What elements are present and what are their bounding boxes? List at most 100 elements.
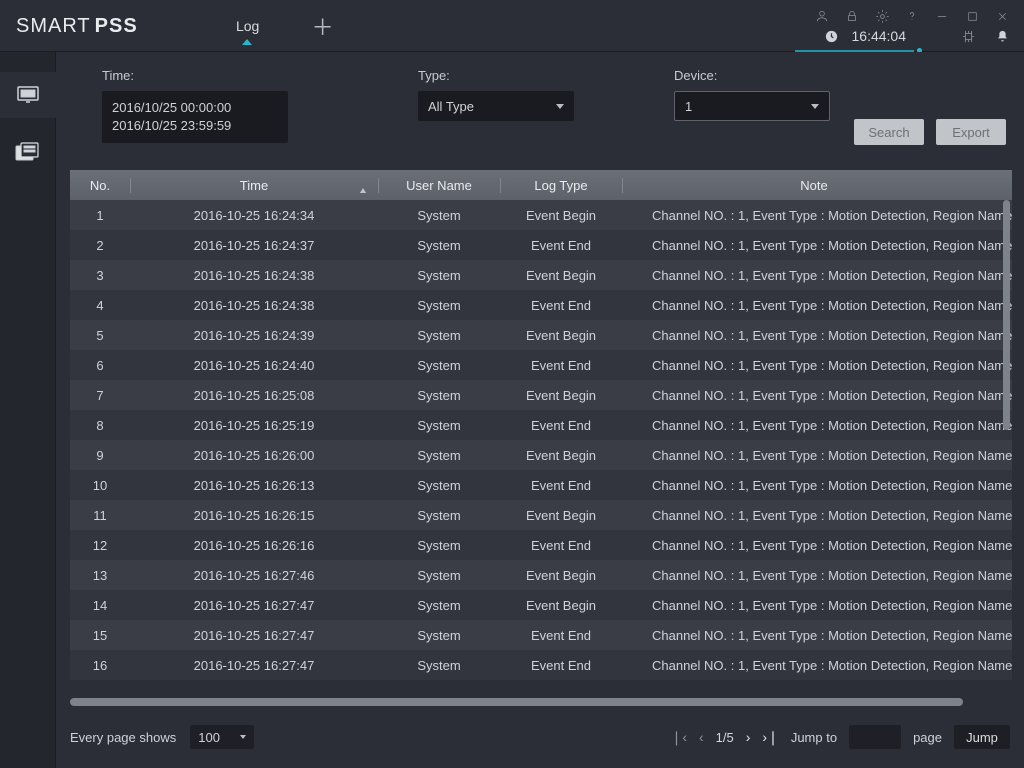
- cell-note: Channel NO. : 1, Event Type : Motion Det…: [622, 268, 1012, 283]
- table-row[interactable]: 92016-10-25 16:26:00SystemEvent BeginCha…: [70, 440, 1012, 470]
- cell-no: 7: [70, 388, 130, 403]
- table-row[interactable]: 82016-10-25 16:25:19SystemEvent EndChann…: [70, 410, 1012, 440]
- cell-time: 2016-10-25 16:24:39: [130, 328, 378, 343]
- cell-time: 2016-10-25 16:25:19: [130, 418, 378, 433]
- per-page-value: 100: [198, 730, 220, 745]
- table-row[interactable]: 32016-10-25 16:24:38SystemEvent BeginCha…: [70, 260, 1012, 290]
- col-type[interactable]: Log Type: [500, 178, 622, 193]
- col-note[interactable]: Note: [622, 178, 1012, 193]
- vertical-scrollbar[interactable]: [1003, 200, 1010, 696]
- minimize-icon[interactable]: [934, 8, 950, 24]
- cell-note: Channel NO. : 1, Event Type : Motion Det…: [622, 418, 1012, 433]
- tab-log[interactable]: Log: [193, 0, 303, 52]
- col-user[interactable]: User Name: [378, 178, 500, 193]
- cell-user: System: [378, 478, 500, 493]
- cell-no: 13: [70, 568, 130, 583]
- time-range-input[interactable]: 2016/10/25 00:00:00 2016/10/25 23:59:59: [102, 91, 288, 143]
- cell-type: Event End: [500, 298, 622, 313]
- cell-time: 2016-10-25 16:26:00: [130, 448, 378, 463]
- cell-time: 2016-10-25 16:27:47: [130, 598, 378, 613]
- cell-user: System: [378, 508, 500, 523]
- cell-user: System: [378, 328, 500, 343]
- horizontal-scrollbar[interactable]: [70, 698, 1000, 706]
- cell-no: 12: [70, 538, 130, 553]
- page-prev-icon[interactable]: ‹: [699, 729, 704, 745]
- cell-type: Event Begin: [500, 268, 622, 283]
- time-to: 2016/10/25 23:59:59: [112, 117, 278, 135]
- user-icon[interactable]: [814, 8, 830, 24]
- table-row[interactable]: 62016-10-25 16:24:40SystemEvent EndChann…: [70, 350, 1012, 380]
- device-select[interactable]: 1: [674, 91, 830, 121]
- type-select[interactable]: All Type: [418, 91, 574, 121]
- filter-type-label: Type:: [418, 68, 574, 83]
- table-row[interactable]: 112016-10-25 16:26:15SystemEvent BeginCh…: [70, 500, 1012, 530]
- cell-time: 2016-10-25 16:24:38: [130, 268, 378, 283]
- cell-note: Channel NO. : 1, Event Type : Motion Det…: [622, 658, 1012, 673]
- lock-icon[interactable]: [844, 8, 860, 24]
- cell-type: Event Begin: [500, 598, 622, 613]
- filter-time-label: Time:: [102, 68, 288, 83]
- cell-no: 9: [70, 448, 130, 463]
- cell-type: Event End: [500, 658, 622, 673]
- cell-time: 2016-10-25 16:25:08: [130, 388, 378, 403]
- cell-time: 2016-10-25 16:27:46: [130, 568, 378, 583]
- cell-note: Channel NO. : 1, Event Type : Motion Det…: [622, 538, 1012, 553]
- export-button[interactable]: Export: [936, 119, 1006, 145]
- col-time[interactable]: Time: [130, 178, 378, 193]
- table-header: No. Time User Name Log Type Note: [70, 170, 1012, 200]
- cell-type: Event Begin: [500, 448, 622, 463]
- cell-user: System: [378, 538, 500, 553]
- cell-no: 14: [70, 598, 130, 613]
- table-row[interactable]: 12016-10-25 16:24:34SystemEvent BeginCha…: [70, 200, 1012, 230]
- cell-time: 2016-10-25 16:24:38: [130, 298, 378, 313]
- cell-note: Channel NO. : 1, Event Type : Motion Det…: [622, 298, 1012, 313]
- table-row[interactable]: 132016-10-25 16:27:46SystemEvent BeginCh…: [70, 560, 1012, 590]
- col-no[interactable]: No.: [70, 178, 130, 193]
- cell-user: System: [378, 238, 500, 253]
- tab-strip: Log ＋: [193, 0, 343, 52]
- bell-icon[interactable]: [994, 28, 1010, 44]
- page-last-icon[interactable]: ›❘: [762, 729, 778, 746]
- per-page-select[interactable]: 100: [190, 725, 254, 749]
- cell-user: System: [378, 418, 500, 433]
- rail-item-device[interactable]: [12, 140, 44, 166]
- table-row[interactable]: 152016-10-25 16:27:47SystemEvent EndChan…: [70, 620, 1012, 650]
- jump-button[interactable]: Jump: [954, 725, 1010, 749]
- cell-user: System: [378, 388, 500, 403]
- table-row[interactable]: 162016-10-25 16:27:47SystemEvent EndChan…: [70, 650, 1012, 680]
- cell-type: Event End: [500, 628, 622, 643]
- gear-icon[interactable]: [874, 8, 890, 24]
- maximize-icon[interactable]: [964, 8, 980, 24]
- table-row[interactable]: 52016-10-25 16:24:39SystemEvent BeginCha…: [70, 320, 1012, 350]
- cell-user: System: [378, 628, 500, 643]
- tab-add-button[interactable]: ＋: [303, 0, 343, 52]
- jump-page-input[interactable]: [849, 725, 901, 749]
- cell-user: System: [378, 268, 500, 283]
- page-first-icon[interactable]: ❘‹: [671, 729, 687, 746]
- brand-word-2: PSS: [95, 15, 138, 38]
- rail-item-monitor[interactable]: [0, 72, 56, 118]
- table-row[interactable]: 102016-10-25 16:26:13SystemEvent EndChan…: [70, 470, 1012, 500]
- page-next-icon[interactable]: ›: [746, 729, 751, 745]
- table-row[interactable]: 72016-10-25 16:25:08SystemEvent BeginCha…: [70, 380, 1012, 410]
- table-row[interactable]: 142016-10-25 16:27:47SystemEvent BeginCh…: [70, 590, 1012, 620]
- table-row[interactable]: 122016-10-25 16:26:16SystemEvent EndChan…: [70, 530, 1012, 560]
- cell-type: Event Begin: [500, 208, 622, 223]
- table-row[interactable]: 42016-10-25 16:24:38SystemEvent EndChann…: [70, 290, 1012, 320]
- titlebar-row1: [814, 8, 1010, 24]
- table-footer: Every page shows 100 ❘‹ ‹ 1/5 › ›❘ Jump …: [70, 720, 1010, 754]
- sort-asc-icon: [358, 188, 368, 193]
- pager: ❘‹ ‹ 1/5 › ›❘ Jump to page Jump: [671, 725, 1010, 749]
- per-page: Every page shows 100: [70, 725, 254, 749]
- cell-no: 11: [70, 508, 130, 523]
- cell-no: 4: [70, 298, 130, 313]
- table-row[interactable]: 22016-10-25 16:24:37SystemEvent EndChann…: [70, 230, 1012, 260]
- table-body: 12016-10-25 16:24:34SystemEvent BeginCha…: [70, 200, 1012, 698]
- help-icon[interactable]: [904, 8, 920, 24]
- cpu-icon[interactable]: [960, 28, 976, 44]
- tab-log-label: Log: [236, 18, 259, 34]
- close-icon[interactable]: [994, 8, 1010, 24]
- chevron-down-icon: [240, 735, 246, 739]
- search-button[interactable]: Search: [854, 119, 924, 145]
- cell-type: Event Begin: [500, 388, 622, 403]
